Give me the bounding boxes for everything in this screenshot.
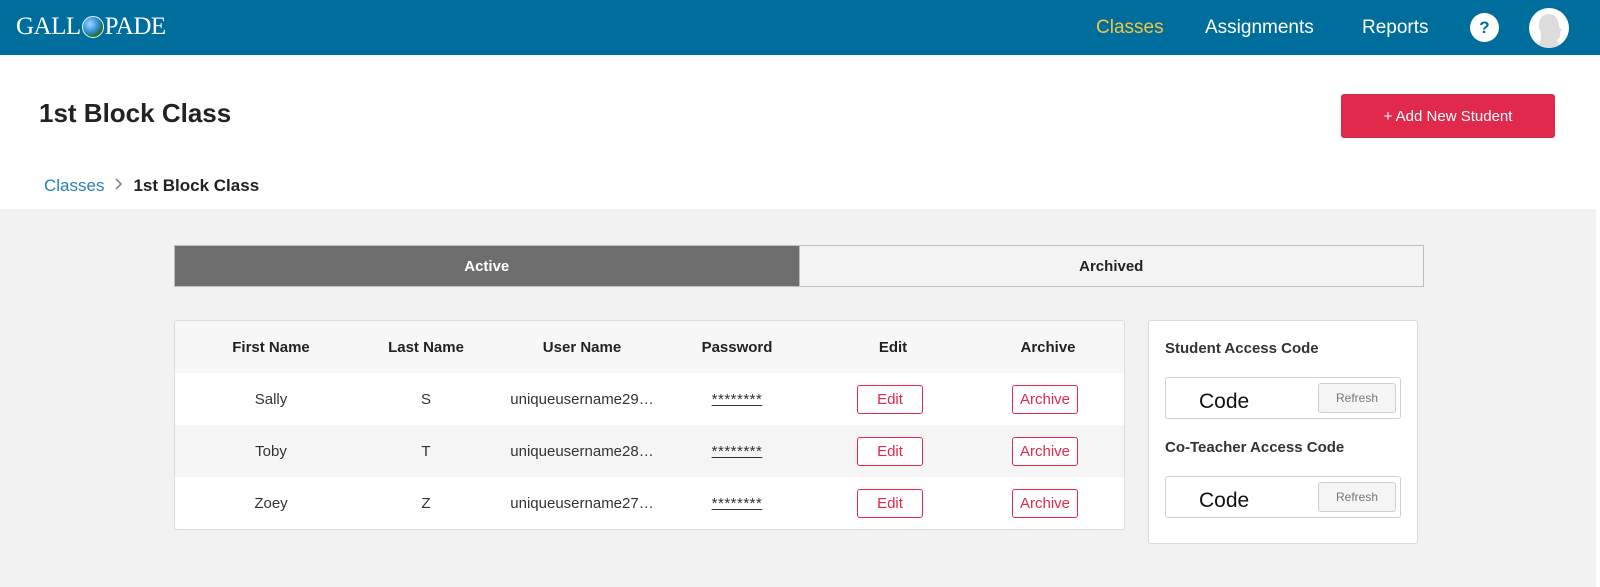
- first-name-cell: Sally: [254, 390, 288, 408]
- student-access-code-field: Code Refresh: [1165, 377, 1401, 419]
- username-cell: uniqueusername28…: [510, 442, 654, 460]
- table-row: Toby T uniqueusername28… ******** Edit A…: [175, 425, 1124, 477]
- last-name-cell: T: [421, 442, 431, 460]
- tab-active[interactable]: Active: [175, 246, 799, 286]
- user-avatar-icon[interactable]: [1529, 8, 1569, 48]
- password-cell[interactable]: ********: [712, 391, 763, 408]
- last-name-cell: Z: [421, 494, 431, 512]
- table-header-row: First Name Last Name User Name Password …: [175, 321, 1124, 373]
- nav-reports[interactable]: Reports: [1362, 0, 1429, 55]
- archive-student-button[interactable]: Archive: [1012, 384, 1078, 414]
- tab-archived[interactable]: Archived: [798, 246, 1423, 286]
- co-teacher-access-code-value: Code: [1199, 489, 1250, 512]
- refresh-student-code-button[interactable]: Refresh: [1318, 383, 1396, 413]
- help-icon: ?: [1479, 17, 1490, 37]
- username-cell: uniqueusername29…: [510, 390, 654, 408]
- help-button[interactable]: ?: [1470, 13, 1499, 42]
- first-name-cell: Toby: [255, 442, 287, 460]
- first-name-cell: Zoey: [254, 494, 288, 512]
- co-teacher-access-code-field: Code Refresh: [1165, 476, 1401, 518]
- edit-student-button[interactable]: Edit: [857, 488, 923, 518]
- table-row: Zoey Z uniqueusername27… ******** Edit A…: [175, 477, 1124, 529]
- column-password: Password: [701, 338, 773, 356]
- chevron-right-icon: [114, 177, 123, 196]
- password-cell[interactable]: ********: [712, 443, 763, 460]
- page-title: 1st Block Class: [39, 98, 232, 128]
- logo-text-end: PADE: [104, 13, 167, 40]
- column-first-name: First Name: [232, 338, 310, 356]
- table-row: Sally S uniqueusername29… ******** Edit …: [175, 373, 1124, 425]
- breadcrumb-current: 1st Block Class: [133, 176, 260, 195]
- top-navigation-bar: GALL PADE Classes Assignments Reports ?: [0, 0, 1600, 55]
- edit-student-button[interactable]: Edit: [857, 384, 923, 414]
- student-access-code-label: Student Access Code: [1165, 340, 1319, 357]
- globe-icon: [81, 16, 104, 38]
- status-tabs: Active Archived: [174, 245, 1424, 287]
- breadcrumb-classes-link[interactable]: Classes: [44, 176, 104, 196]
- co-teacher-access-code-label: Co-Teacher Access Code: [1165, 439, 1345, 456]
- refresh-co-teacher-code-button[interactable]: Refresh: [1318, 482, 1396, 512]
- last-name-cell: S: [420, 390, 432, 408]
- nav-classes[interactable]: Classes: [1096, 0, 1164, 55]
- column-last-name: Last Name: [388, 338, 464, 356]
- breadcrumb: Classes 1st Block Class: [44, 176, 259, 196]
- students-table: First Name Last Name User Name Password …: [174, 320, 1125, 530]
- gallopade-logo[interactable]: GALL PADE: [16, 12, 166, 42]
- archive-student-button[interactable]: Archive: [1012, 436, 1078, 466]
- password-cell[interactable]: ********: [712, 495, 763, 512]
- student-access-code-value: Code: [1199, 390, 1250, 413]
- column-edit: Edit: [878, 338, 908, 356]
- avatar-silhouette: [1538, 14, 1562, 48]
- nav-assignments[interactable]: Assignments: [1205, 0, 1314, 55]
- logo-text-start: GALL: [16, 13, 81, 40]
- add-new-student-button[interactable]: + Add New Student: [1341, 94, 1555, 138]
- access-codes-panel: Student Access Code Code Refresh Co-Teac…: [1148, 320, 1418, 544]
- column-archive: Archive: [1020, 338, 1076, 356]
- archive-student-button[interactable]: Archive: [1012, 488, 1078, 518]
- username-cell: uniqueusername27…: [510, 494, 654, 512]
- edit-student-button[interactable]: Edit: [857, 436, 923, 466]
- column-user-name: User Name: [542, 338, 622, 356]
